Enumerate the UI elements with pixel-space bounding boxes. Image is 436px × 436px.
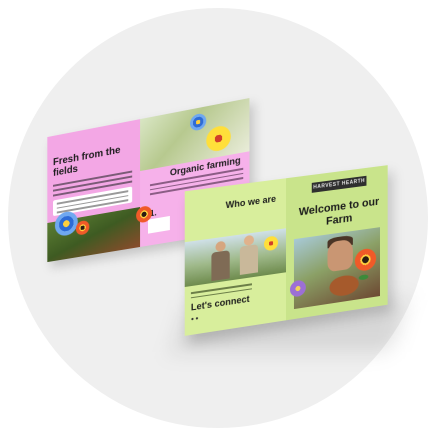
farmer-face (327, 238, 353, 273)
blue-flower-icon (190, 112, 207, 132)
farmers-photo (184, 228, 287, 288)
step-card (147, 215, 170, 234)
leaf-icon (358, 274, 369, 281)
red-flower-icon (75, 219, 90, 236)
farmer-with-chicken-photo (289, 227, 380, 310)
yellow-flower-icon (206, 124, 231, 154)
brochure-green-cover: HARVEST HEARTH Welcome to our Farm (286, 165, 388, 321)
chicken (329, 273, 359, 298)
who-we-are-heading: Who we are (225, 193, 277, 211)
purple-flower-icon (289, 279, 306, 298)
social-icons: ● ● (190, 315, 199, 323)
brochure-green-left-panel: Who we are Let's connect ● ● (184, 178, 287, 336)
yellow-flower-icon (264, 235, 279, 252)
welcome-title: Welcome to our Farm (298, 195, 380, 228)
brochure-pink-left-panel: Fresh from the fields (47, 119, 141, 263)
red-flower-icon (354, 247, 377, 273)
farm-logo: HARVEST HEARTH (311, 175, 367, 193)
